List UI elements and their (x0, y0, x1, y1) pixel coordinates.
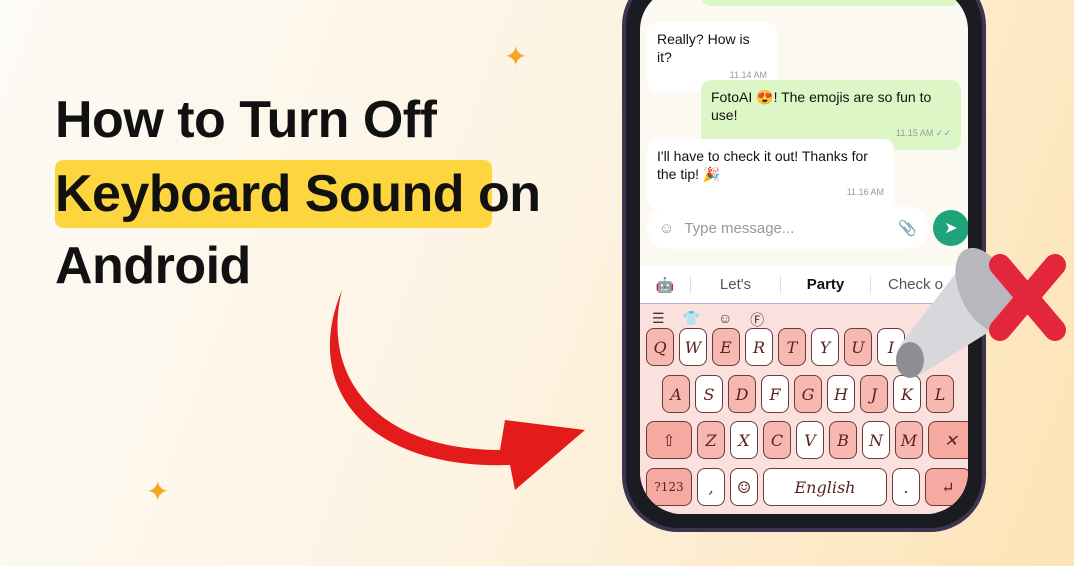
theme-icon[interactable]: 👕 (683, 310, 700, 330)
key-v[interactable]: V (796, 421, 824, 459)
message-text: Really? How is it? (657, 31, 750, 65)
emoji-icon[interactable]: ☺ (659, 220, 674, 237)
message-bubble (701, 0, 961, 6)
key-u[interactable]: U (844, 328, 872, 366)
keyboard-mascot-icon[interactable]: 🤖 (640, 276, 690, 294)
backspace-key[interactable]: ✕ (928, 421, 968, 459)
key-b[interactable]: B (829, 421, 857, 459)
key-q[interactable]: Q (646, 328, 674, 366)
key-y[interactable]: Y (811, 328, 839, 366)
key-x[interactable]: X (730, 421, 758, 459)
menu-icon[interactable]: ☰ (652, 310, 665, 330)
key-z[interactable]: Z (697, 421, 725, 459)
key-n[interactable]: N (862, 421, 890, 459)
key-s[interactable]: S (695, 375, 723, 413)
read-check-icon: ✓✓ (935, 128, 951, 138)
enter-key[interactable]: ↵ (925, 468, 968, 506)
space-key[interactable]: English (763, 468, 887, 506)
key-m[interactable]: M (895, 421, 923, 459)
shift-key[interactable]: ⇧ (646, 421, 692, 459)
key-g[interactable]: G (794, 375, 822, 413)
comma-key[interactable]: , (697, 468, 725, 506)
key-r[interactable]: R (745, 328, 773, 366)
font-icon[interactable]: Ⓕ (750, 310, 764, 330)
megaphone-muted-icon (896, 247, 1066, 378)
key-t[interactable]: T (778, 328, 806, 366)
suggestion[interactable]: Let's (690, 276, 780, 293)
key-e[interactable]: E (712, 328, 740, 366)
period-key[interactable]: . (892, 468, 920, 506)
key-h[interactable]: H (827, 375, 855, 413)
message-bubble: I'll have to check it out! Thanks for th… (647, 139, 894, 209)
message-text: I'll have to check it out! Thanks for th… (657, 148, 868, 182)
key-f[interactable]: F (761, 375, 789, 413)
message-time: 11.16 AM (846, 187, 884, 197)
emoji-key[interactable]: ☺ (730, 468, 758, 506)
key-a[interactable]: A (662, 375, 690, 413)
suggestion[interactable]: Party (780, 276, 870, 293)
numbers-key[interactable]: ?123 (646, 468, 692, 506)
message-text: FotoAI 😍! The emojis are so fun to use! (711, 89, 932, 123)
input-placeholder: Type message... (684, 219, 795, 237)
key-d[interactable]: D (728, 375, 756, 413)
key-c[interactable]: C (763, 421, 791, 459)
sticker-icon[interactable]: ☺ (718, 310, 732, 330)
key-w[interactable]: W (679, 328, 707, 366)
